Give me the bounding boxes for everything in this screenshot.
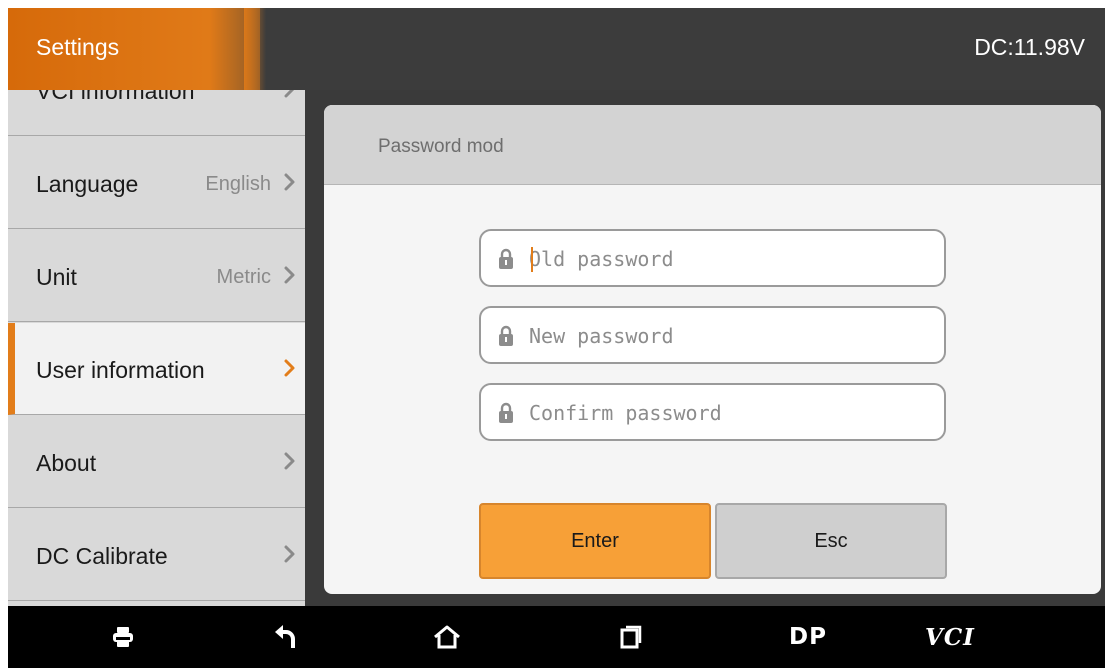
- printer-button[interactable]: [100, 606, 146, 668]
- sidebar-item-label: VCI information: [36, 90, 195, 104]
- sidebar-item-value: Metric: [216, 266, 271, 288]
- sidebar-item-label: About: [36, 450, 97, 476]
- new-password-field[interactable]: [479, 306, 946, 364]
- chevron-right-icon: [283, 543, 297, 565]
- sidebar-item-user-information[interactable]: User information: [8, 323, 305, 415]
- lock-icon: [497, 325, 515, 347]
- sidebar-item-about[interactable]: About: [8, 416, 305, 508]
- password-dialog: Password mod Enter Esc: [324, 105, 1101, 594]
- sidebar-item-label: Unit: [36, 264, 77, 290]
- new-password-input[interactable]: [529, 318, 929, 354]
- confirm-password-field[interactable]: [479, 383, 946, 441]
- home-icon: [433, 625, 461, 649]
- chevron-right-icon: [283, 450, 297, 472]
- screen: Settings DC:11.98V VCI information Langu…: [8, 8, 1105, 668]
- voltage-readout: DC:11.98V: [974, 34, 1085, 60]
- bottom-nav-bar: DP VCI: [8, 606, 1105, 668]
- recent-apps-button[interactable]: [608, 606, 654, 668]
- sidebar-item-unit[interactable]: Unit Metric: [8, 230, 305, 322]
- text-caret: [531, 247, 533, 272]
- vci-label: VCI: [925, 623, 975, 651]
- sidebar-item-label: DC Calibrate: [36, 543, 168, 569]
- lock-icon: [497, 248, 515, 270]
- dialog-title: Password mod: [378, 136, 504, 157]
- page-title: Settings: [36, 34, 120, 60]
- chevron-right-icon: [283, 171, 297, 193]
- recent-apps-icon: [620, 625, 642, 649]
- chevron-right-icon: [283, 90, 297, 100]
- old-password-input[interactable]: [529, 241, 929, 277]
- chevron-right-icon: [283, 357, 297, 379]
- old-password-field[interactable]: [479, 229, 946, 287]
- dp-label: DP: [789, 624, 827, 650]
- sidebar-item-label: Language: [36, 171, 139, 197]
- sidebar-item-label: User information: [36, 357, 205, 383]
- esc-button[interactable]: Esc: [715, 503, 947, 579]
- sidebar-divider: [305, 90, 313, 606]
- home-button[interactable]: [424, 606, 470, 668]
- printer-icon: [112, 626, 134, 648]
- top-bar: Settings DC:11.98V: [8, 8, 1105, 90]
- dialog-header: Password mod: [324, 105, 1101, 185]
- dp-button[interactable]: DP: [778, 606, 838, 668]
- lock-icon: [497, 402, 515, 424]
- settings-sidebar: VCI information Language English Unit Me…: [8, 90, 305, 606]
- vci-button[interactable]: VCI: [920, 606, 980, 668]
- sidebar-item-language[interactable]: Language English: [8, 137, 305, 229]
- sidebar-item-dc-calibrate[interactable]: DC Calibrate: [8, 509, 305, 601]
- title-tab-edge: [244, 8, 266, 90]
- confirm-password-input[interactable]: [529, 395, 929, 431]
- sidebar-item-vci-information[interactable]: VCI information: [8, 90, 305, 136]
- chevron-right-icon: [283, 264, 297, 286]
- sidebar-item-value: English: [205, 173, 271, 195]
- back-icon: [274, 625, 296, 649]
- enter-button[interactable]: Enter: [479, 503, 711, 579]
- back-button[interactable]: [262, 606, 308, 668]
